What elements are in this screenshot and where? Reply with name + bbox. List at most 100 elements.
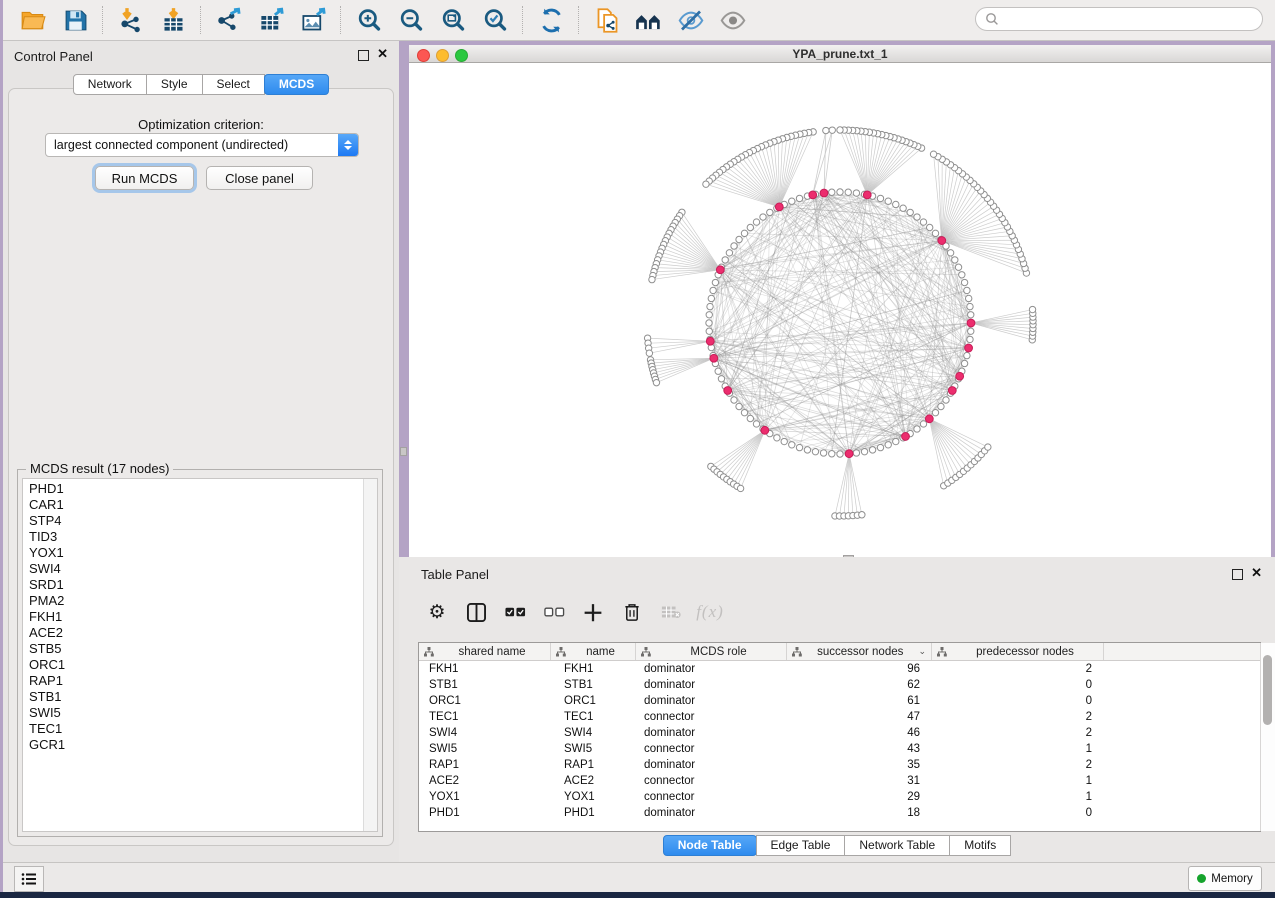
save-session-icon[interactable]	[60, 5, 90, 35]
network-node[interactable]	[753, 421, 759, 427]
network-node[interactable]	[920, 219, 926, 225]
mcds-hub-node[interactable]	[925, 415, 933, 423]
panel-menu-button[interactable]	[14, 866, 44, 892]
network-node[interactable]	[900, 205, 906, 211]
vertical-splitter-grip[interactable]	[400, 447, 407, 456]
network-leaf-node[interactable]	[829, 127, 835, 133]
mcds-hub-node[interactable]	[863, 191, 871, 199]
mcds-result-item[interactable]: FKH1	[29, 609, 363, 625]
memory-button[interactable]: Memory	[1188, 866, 1262, 891]
network-node[interactable]	[932, 230, 938, 236]
mcds-hub-node[interactable]	[809, 191, 817, 199]
float-table-panel-icon[interactable]	[1232, 569, 1243, 580]
table-row[interactable]: STB1STB1dominator620	[419, 677, 1260, 693]
network-node[interactable]	[877, 444, 883, 450]
first-neighbors-icon[interactable]	[634, 5, 664, 35]
network-node[interactable]	[767, 209, 773, 215]
mcds-list-scrollbar[interactable]	[363, 479, 377, 831]
network-node[interactable]	[885, 442, 891, 448]
network-node[interactable]	[861, 448, 867, 454]
zoom-in-icon[interactable]	[354, 5, 384, 35]
open-file-icon[interactable]	[18, 5, 48, 35]
column-header-shared-name[interactable]: shared name	[419, 643, 551, 660]
network-node[interactable]	[955, 264, 961, 270]
network-node[interactable]	[943, 397, 949, 403]
network-node[interactable]	[718, 376, 724, 382]
network-node[interactable]	[914, 214, 920, 220]
export-image-icon[interactable]	[298, 5, 328, 35]
run-mcds-button[interactable]: Run MCDS	[95, 166, 194, 190]
mcds-result-item[interactable]: ACE2	[29, 625, 363, 641]
mcds-hub-node[interactable]	[724, 387, 732, 395]
zoom-out-icon[interactable]	[396, 5, 426, 35]
mcds-result-item[interactable]: ORC1	[29, 657, 363, 673]
deselect-all-icon[interactable]	[543, 600, 565, 624]
search-input[interactable]	[975, 7, 1263, 31]
table-scrollbar-thumb[interactable]	[1263, 655, 1272, 725]
network-leaf-node[interactable]	[985, 444, 991, 450]
close-table-panel-icon[interactable]: ✕	[1251, 565, 1262, 581]
network-node[interactable]	[789, 442, 795, 448]
network-node[interactable]	[741, 230, 747, 236]
tab-node-table[interactable]: Node Table	[663, 835, 757, 856]
mcds-result-item[interactable]: TID3	[29, 529, 363, 545]
network-leaf-node[interactable]	[1029, 306, 1035, 312]
network-node[interactable]	[708, 295, 714, 301]
mcds-hub-node[interactable]	[710, 354, 718, 362]
network-node[interactable]	[753, 219, 759, 225]
network-node[interactable]	[710, 287, 716, 293]
close-panel-button[interactable]: Close panel	[206, 166, 313, 190]
network-node[interactable]	[885, 198, 891, 204]
network-node[interactable]	[845, 189, 851, 195]
network-node[interactable]	[961, 360, 967, 366]
mcds-hub-node[interactable]	[820, 189, 828, 197]
network-node[interactable]	[707, 303, 713, 309]
network-node[interactable]	[736, 236, 742, 242]
column-header-predecessor-nodes[interactable]: predecessor nodes	[932, 643, 1104, 660]
mcds-hub-node[interactable]	[902, 433, 910, 441]
mcds-result-item[interactable]: CAR1	[29, 497, 363, 513]
network-node[interactable]	[706, 312, 712, 318]
network-node[interactable]	[947, 250, 953, 256]
mcds-result-item[interactable]: PHD1	[29, 481, 363, 497]
mcds-result-list[interactable]: PHD1CAR1STP4TID3YOX1SWI4SRD1PMA2FKH1ACE2…	[22, 478, 378, 832]
export-network-icon[interactable]	[214, 5, 244, 35]
tab-edge-table[interactable]: Edge Table	[756, 835, 846, 856]
add-column-icon[interactable]: ＋	[582, 600, 604, 624]
network-node[interactable]	[829, 189, 835, 195]
network-node[interactable]	[893, 201, 899, 207]
mcds-result-item[interactable]: STB1	[29, 689, 363, 705]
table-row[interactable]: YOX1YOX1connector291	[419, 789, 1260, 805]
network-leaf-node[interactable]	[737, 485, 743, 491]
network-node[interactable]	[964, 352, 970, 358]
mcds-result-item[interactable]: STP4	[29, 513, 363, 529]
table-row[interactable]: FKH1FKH1dominator962	[419, 661, 1260, 677]
network-leaf-node[interactable]	[703, 181, 709, 187]
column-header-successor-nodes[interactable]: successor nodes⌄	[787, 643, 932, 660]
tab-network-table[interactable]: Network Table	[844, 835, 950, 856]
network-node[interactable]	[829, 451, 835, 457]
mcds-result-item[interactable]: SRD1	[29, 577, 363, 593]
network-node[interactable]	[869, 447, 875, 453]
show-columns-icon[interactable]	[465, 600, 487, 624]
criterion-select[interactable]: largest connected component (undirected)	[45, 133, 359, 157]
tab-mcds[interactable]: MCDS	[264, 74, 329, 95]
network-node[interactable]	[706, 320, 712, 326]
mcds-result-item[interactable]: YOX1	[29, 545, 363, 561]
mcds-hub-node[interactable]	[716, 266, 724, 274]
network-node[interactable]	[747, 224, 753, 230]
network-node[interactable]	[715, 368, 721, 374]
column-header-MCDS-role[interactable]: MCDS role	[636, 643, 787, 660]
network-node[interactable]	[877, 195, 883, 201]
network-node[interactable]	[853, 190, 859, 196]
hide-selected-icon[interactable]	[676, 5, 706, 35]
network-node[interactable]	[920, 421, 926, 427]
network-node[interactable]	[760, 214, 766, 220]
table-row[interactable]: SWI5SWI5connector431	[419, 741, 1260, 757]
mcds-hub-node[interactable]	[967, 319, 975, 327]
table-row[interactable]: SWI4SWI4dominator462	[419, 725, 1260, 741]
network-node[interactable]	[926, 224, 932, 230]
network-leaf-node[interactable]	[837, 127, 843, 133]
network-node[interactable]	[781, 438, 787, 444]
network-node[interactable]	[964, 287, 970, 293]
